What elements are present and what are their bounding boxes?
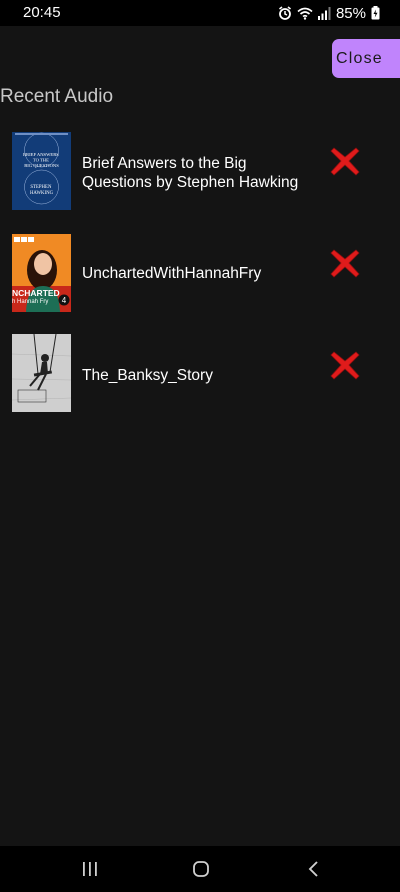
wifi-icon [297,7,313,20]
cover-image [12,334,71,412]
recent-apps-icon [83,862,97,876]
battery-percent: 85% [335,4,366,22]
cover-author-line-2: HAWKING [30,191,54,196]
red-x-icon [330,249,360,278]
recent-apps-button[interactable] [78,858,102,880]
status-time: 20:45 [23,4,61,21]
back-button[interactable] [302,858,326,880]
list-item[interactable]: BRIEF ANSWERS TO THE BIG QUESTIONS STEPH… [0,132,400,214]
signal-icon [317,6,331,20]
battery-charging-icon [371,6,380,20]
cover-author-line-1: STEPHEN [30,185,52,190]
cover-title-line-3: BIG QUESTIONS [24,163,59,168]
delete-button[interactable] [328,348,362,382]
delete-button[interactable] [328,246,362,280]
alarm-icon [278,6,292,20]
back-icon [308,861,318,877]
home-button[interactable] [189,858,213,880]
section-title: Recent Audio [0,86,114,107]
cover-title-line-1: BRIEF ANSWERS [23,152,59,157]
item-title[interactable]: The_Banksy_Story [82,366,317,385]
status-icons: 85% [278,4,380,22]
cover-title-line-2: TO THE [33,158,49,163]
red-x-icon [330,147,360,176]
cover-image: BRIEF ANSWERS TO THE BIG QUESTIONS STEPH… [12,132,71,210]
cover-subtitle-text: h Hannah Fry [12,299,48,305]
home-icon [193,861,209,877]
cover-title-text: NCHARTED [12,288,60,298]
cover-badge: 4 [62,296,67,305]
status-bar: 20:45 85% [0,0,400,26]
navigation-bar [0,846,400,892]
close-button[interactable]: Close [332,39,400,78]
item-title[interactable]: UnchartedWithHannahFry [82,264,317,283]
delete-button[interactable] [328,144,362,178]
item-title[interactable]: Brief Answers to the Big Questions by St… [82,154,317,192]
red-x-icon [330,351,360,380]
svg-text:STEPHEN HAWKING: STEPHEN HAWKING [30,185,54,196]
list-item[interactable]: The_Banksy_Story [0,334,400,416]
cover-image: NCHARTED h Hannah Fry 4 [12,234,71,312]
list-item[interactable]: NCHARTED h Hannah Fry 4 UnchartedWithHan… [0,234,400,316]
